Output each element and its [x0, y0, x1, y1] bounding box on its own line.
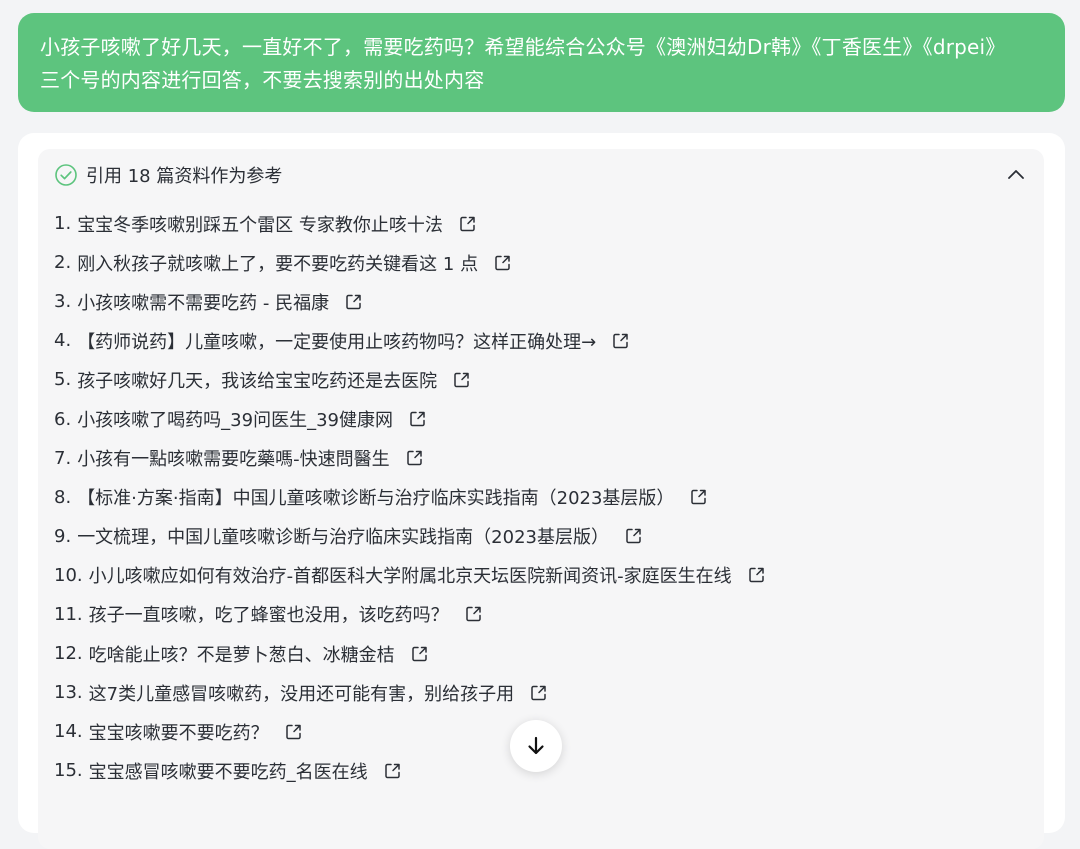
- check-circle-icon: [54, 163, 78, 187]
- external-link-icon[interactable]: [610, 330, 632, 352]
- external-link-icon[interactable]: [688, 486, 710, 508]
- collapse-references-button[interactable]: [1004, 163, 1028, 187]
- external-link-icon[interactable]: [623, 525, 645, 547]
- reference-number: 12.: [54, 643, 83, 665]
- reference-number: 4.: [54, 330, 72, 352]
- reference-number: 10.: [54, 564, 83, 586]
- reference-title[interactable]: 【药师说药】儿童咳嗽，一定要使用止咳药物吗？这样正确处理→: [77, 328, 596, 354]
- external-link-icon[interactable]: [283, 721, 305, 743]
- reference-title[interactable]: 孩子咳嗽好几天，我该给宝宝吃药还是去医院: [77, 367, 437, 393]
- reference-title[interactable]: 宝宝冬季咳嗽别踩五个雷区 专家教你止咳十法: [77, 211, 443, 237]
- reference-title[interactable]: 小孩咳嗽需不需要吃药 - 民福康: [77, 289, 329, 315]
- external-link-icon[interactable]: [407, 408, 429, 430]
- reference-title[interactable]: 吃啥能止咳？不是萝卜葱白、冰糖金桔: [89, 641, 395, 667]
- reference-title[interactable]: 宝宝感冒咳嗽要不要吃药_名医在线: [89, 758, 368, 784]
- reference-title[interactable]: 宝宝咳嗽要不要吃药？: [89, 719, 269, 745]
- chevron-up-icon: [1008, 170, 1024, 179]
- reference-item[interactable]: 15. 宝宝感冒咳嗽要不要吃药_名医在线: [54, 751, 768, 790]
- external-link-icon[interactable]: [382, 760, 404, 782]
- reference-item[interactable]: 10. 小儿咳嗽应如何有效治疗-首都医科大学附属北京天坛医院新闻资讯-家庭医生在线: [54, 556, 768, 595]
- reference-item[interactable]: 5. 孩子咳嗽好几天，我该给宝宝吃药还是去医院: [54, 360, 768, 399]
- external-link-icon[interactable]: [492, 252, 514, 274]
- reference-number: 5.: [54, 369, 72, 391]
- references-header[interactable]: 引用 18 篇资料作为参考: [54, 163, 1030, 187]
- user-message-line-1: 小孩子咳嗽了好几天，一直好不了，需要吃药吗？希望能综合公众号《澳洲妇幼Dr韩》《…: [40, 35, 1006, 59]
- external-link-icon[interactable]: [457, 213, 479, 235]
- reference-item[interactable]: 8. 【标准·方案·指南】中国儿童咳嗽诊断与治疗临床实践指南（2023基层版）: [54, 478, 768, 517]
- reference-title[interactable]: 小儿咳嗽应如何有效治疗-首都医科大学附属北京天坛医院新闻资讯-家庭医生在线: [89, 562, 732, 588]
- reference-title[interactable]: 【标准·方案·指南】中国儿童咳嗽诊断与治疗临床实践指南（2023基层版）: [77, 484, 674, 510]
- reference-item[interactable]: 6. 小孩咳嗽了喝药吗_39问医生_39健康网: [54, 399, 768, 438]
- references-title: 引用 18 篇资料作为参考: [86, 166, 283, 187]
- reference-number: 3.: [54, 291, 72, 313]
- reference-number: 1.: [54, 213, 72, 235]
- reference-number: 9.: [54, 525, 72, 547]
- external-link-icon[interactable]: [746, 564, 768, 586]
- scroll-down-button[interactable]: [510, 720, 562, 772]
- reference-title[interactable]: 孩子一直咳嗽，吃了蜂蜜也没用，该吃药吗？: [89, 601, 449, 627]
- reference-list: 1. 宝宝冬季咳嗽别踩五个雷区 专家教你止咳十法 2. 刚入秋孩子就咳嗽上了，要不要吃…: [54, 204, 768, 790]
- reference-title[interactable]: 小孩咳嗽了喝药吗_39问医生_39健康网: [77, 406, 393, 432]
- reference-item[interactable]: 4. 【药师说药】儿童咳嗽，一定要使用止咳药物吗？这样正确处理→: [54, 321, 768, 360]
- reference-title[interactable]: 小孩有一點咳嗽需要吃藥嗎-快速問醫生: [77, 445, 390, 471]
- reference-item[interactable]: 14. 宝宝咳嗽要不要吃药？: [54, 712, 768, 751]
- reference-item[interactable]: 3. 小孩咳嗽需不需要吃药 - 民福康: [54, 282, 768, 321]
- reference-title[interactable]: 这7类儿童感冒咳嗽药，没用还可能有害，别给孩子用: [89, 680, 514, 706]
- reference-item[interactable]: 2. 刚入秋孩子就咳嗽上了，要不要吃药关键看这 1 点: [54, 243, 768, 282]
- reference-title[interactable]: 刚入秋孩子就咳嗽上了，要不要吃药关键看这 1 点: [77, 250, 478, 276]
- reference-number: 11.: [54, 603, 83, 625]
- external-link-icon[interactable]: [463, 603, 485, 625]
- user-message-line-2: 三个号的内容进行回答，不要去搜索别的出处内容: [40, 68, 485, 92]
- reference-item[interactable]: 12. 吃啥能止咳？不是萝卜葱白、冰糖金桔: [54, 634, 768, 673]
- reference-item[interactable]: 7. 小孩有一點咳嗽需要吃藥嗎-快速問醫生: [54, 439, 768, 478]
- external-link-icon[interactable]: [404, 447, 426, 469]
- reference-item[interactable]: 11. 孩子一直咳嗽，吃了蜂蜜也没用，该吃药吗？: [54, 595, 768, 634]
- reference-item[interactable]: 9. 一文梳理，中国儿童咳嗽诊断与治疗临床实践指南（2023基层版）: [54, 517, 768, 556]
- reference-item[interactable]: 13. 这7类儿童感冒咳嗽药，没用还可能有害，别给孩子用: [54, 673, 768, 712]
- reference-number: 6.: [54, 408, 72, 430]
- reference-number: 8.: [54, 486, 72, 508]
- external-link-icon[interactable]: [409, 643, 431, 665]
- external-link-icon[interactable]: [451, 369, 473, 391]
- reference-number: 14.: [54, 721, 83, 743]
- external-link-icon[interactable]: [528, 682, 550, 704]
- reference-number: 7.: [54, 447, 72, 469]
- external-link-icon[interactable]: [343, 291, 365, 313]
- arrow-down-icon: [528, 736, 544, 755]
- reference-title[interactable]: 一文梳理，中国儿童咳嗽诊断与治疗临床实践指南（2023基层版）: [77, 523, 609, 549]
- reference-item[interactable]: 1. 宝宝冬季咳嗽别踩五个雷区 专家教你止咳十法: [54, 204, 768, 243]
- user-message-bubble: 小孩子咳嗽了好几天，一直好不了，需要吃药吗？希望能综合公众号《澳洲妇幼Dr韩》《…: [18, 13, 1065, 112]
- reference-number: 15.: [54, 760, 83, 782]
- reference-number: 13.: [54, 682, 83, 704]
- reference-number: 2.: [54, 252, 72, 274]
